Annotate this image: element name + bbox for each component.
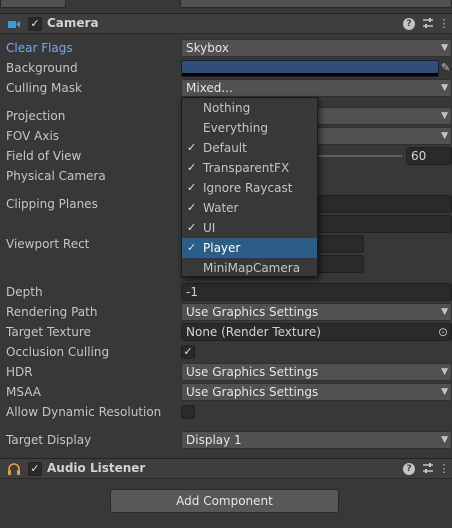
- layer-item-label: MiniMapCamera: [203, 261, 301, 275]
- depth-input[interactable]: -1: [181, 283, 452, 301]
- alpha-bar: [182, 73, 438, 76]
- viewport-rect-label: Viewport Rect: [6, 237, 90, 251]
- msaa-value: Use Graphics Settings: [186, 385, 319, 399]
- object-picker-icon[interactable]: ⊙: [438, 324, 448, 340]
- chevron-down-icon: ▼: [441, 387, 448, 397]
- target-display-dropdown[interactable]: Display 1 ▼: [181, 431, 452, 449]
- previous-field-left: [0, 0, 66, 8]
- camera-icon: [7, 17, 21, 31]
- audio-listener-enabled-checkbox[interactable]: ✓: [28, 462, 42, 476]
- background-color-field[interactable]: [181, 60, 439, 77]
- hdr-dropdown[interactable]: Use Graphics Settings ▼: [181, 363, 452, 381]
- camera-enabled-checkbox[interactable]: ✓: [28, 17, 42, 31]
- camera-title: Camera: [47, 16, 99, 30]
- hdr-label: HDR: [6, 365, 33, 379]
- culling-mask-popup: Nothing Everything ✓ Default ✓ Transpare…: [181, 97, 318, 277]
- check-icon: ✓: [187, 181, 197, 194]
- layer-item-default[interactable]: ✓ Default: [182, 138, 317, 158]
- field-of-view-input[interactable]: 60: [406, 147, 452, 165]
- presets-icon[interactable]: [421, 462, 435, 476]
- headphones-icon: [7, 462, 21, 476]
- help-icon[interactable]: ?: [403, 18, 415, 30]
- target-texture-field[interactable]: None (Render Texture) ⊙: [181, 323, 452, 341]
- rendering-path-dropdown[interactable]: Use Graphics Settings ▼: [181, 303, 452, 321]
- occlusion-culling-label: Occlusion Culling: [6, 345, 110, 359]
- check-icon: ✓: [187, 141, 197, 154]
- layer-item-ui[interactable]: ✓ UI: [182, 218, 317, 238]
- camera-component-header[interactable]: ✓ Camera ? ⋮: [0, 13, 452, 34]
- layer-item-nothing[interactable]: Nothing: [182, 98, 317, 118]
- check-icon: ✓: [187, 161, 197, 174]
- target-display-label: Target Display: [6, 433, 92, 447]
- check-icon: ✓: [187, 201, 197, 214]
- field-of-view-label: Field of View: [6, 149, 82, 163]
- projection-label: Projection: [6, 109, 66, 123]
- chevron-down-icon: ▼: [441, 367, 448, 377]
- chevron-down-icon: ▼: [441, 435, 448, 445]
- allow-dynamic-resolution-label: Allow Dynamic Resolution: [6, 405, 162, 419]
- layer-item-label: Nothing: [203, 101, 251, 115]
- layer-item-minimapcamera[interactable]: MiniMapCamera: [182, 258, 317, 278]
- layer-item-label: Everything: [203, 121, 268, 135]
- clear-flags-value: Skybox: [186, 41, 229, 55]
- component-menu-icon[interactable]: ⋮: [437, 17, 451, 31]
- chevron-down-icon: ▼: [441, 43, 448, 53]
- audio-listener-title: Audio Listener: [47, 461, 146, 475]
- eyedropper-icon[interactable]: ✎: [441, 61, 452, 75]
- add-component-button[interactable]: Add Component: [110, 489, 339, 513]
- chevron-down-icon: ▼: [441, 83, 448, 93]
- layer-item-label: UI: [203, 221, 216, 235]
- audio-listener-component-header[interactable]: ✓ Audio Listener ? ⋮: [0, 458, 452, 479]
- culling-mask-value: Mixed...: [186, 81, 233, 95]
- culling-mask-dropdown[interactable]: Mixed... ▼: [181, 79, 452, 97]
- target-texture-label: Target Texture: [6, 325, 91, 339]
- layer-item-everything[interactable]: Everything: [182, 118, 317, 138]
- field-of-view-slider[interactable]: [318, 155, 402, 157]
- layer-item-label: Ignore Raycast: [203, 181, 293, 195]
- layer-item-label: Player: [203, 241, 241, 255]
- depth-label: Depth: [6, 285, 43, 299]
- msaa-dropdown[interactable]: Use Graphics Settings ▼: [181, 383, 452, 401]
- component-menu-icon[interactable]: ⋮: [437, 462, 451, 476]
- clipping-planes-label: Clipping Planes: [6, 197, 98, 211]
- culling-mask-label: Culling Mask: [6, 81, 82, 95]
- layer-item-player[interactable]: ✓ Player: [182, 238, 317, 258]
- clear-flags-label: Clear Flags: [6, 41, 73, 55]
- layer-item-label: Default: [203, 141, 247, 155]
- previous-field-right: [180, 0, 452, 8]
- rendering-path-label: Rendering Path: [6, 305, 98, 319]
- help-icon[interactable]: ?: [403, 463, 415, 475]
- check-icon: ✓: [187, 221, 197, 234]
- layer-item-ignore-raycast[interactable]: ✓ Ignore Raycast: [182, 178, 317, 198]
- presets-icon[interactable]: [421, 17, 435, 31]
- layer-item-label: Water: [203, 201, 239, 215]
- chevron-down-icon: ▼: [441, 307, 448, 317]
- layer-item-transparentfx[interactable]: ✓ TransparentFX: [182, 158, 317, 178]
- rendering-path-value: Use Graphics Settings: [186, 305, 319, 319]
- fov-axis-label: FOV Axis: [6, 129, 60, 143]
- hdr-value: Use Graphics Settings: [186, 365, 319, 379]
- physical-camera-label: Physical Camera: [6, 169, 106, 183]
- target-display-value: Display 1: [186, 433, 242, 447]
- background-label: Background: [6, 61, 78, 75]
- clear-flags-dropdown[interactable]: Skybox ▼: [181, 39, 452, 57]
- chevron-down-icon: ▼: [441, 111, 448, 121]
- layer-item-label: TransparentFX: [203, 161, 290, 175]
- occlusion-culling-checkbox[interactable]: ✓: [181, 345, 195, 359]
- previous-component-strip: [0, 0, 452, 10]
- chevron-down-icon: ▼: [441, 131, 448, 141]
- check-icon: ✓: [187, 241, 197, 254]
- allow-dynamic-resolution-checkbox[interactable]: [181, 405, 195, 419]
- target-texture-value: None (Render Texture): [186, 325, 321, 339]
- msaa-label: MSAA: [6, 385, 41, 399]
- layer-item-water[interactable]: ✓ Water: [182, 198, 317, 218]
